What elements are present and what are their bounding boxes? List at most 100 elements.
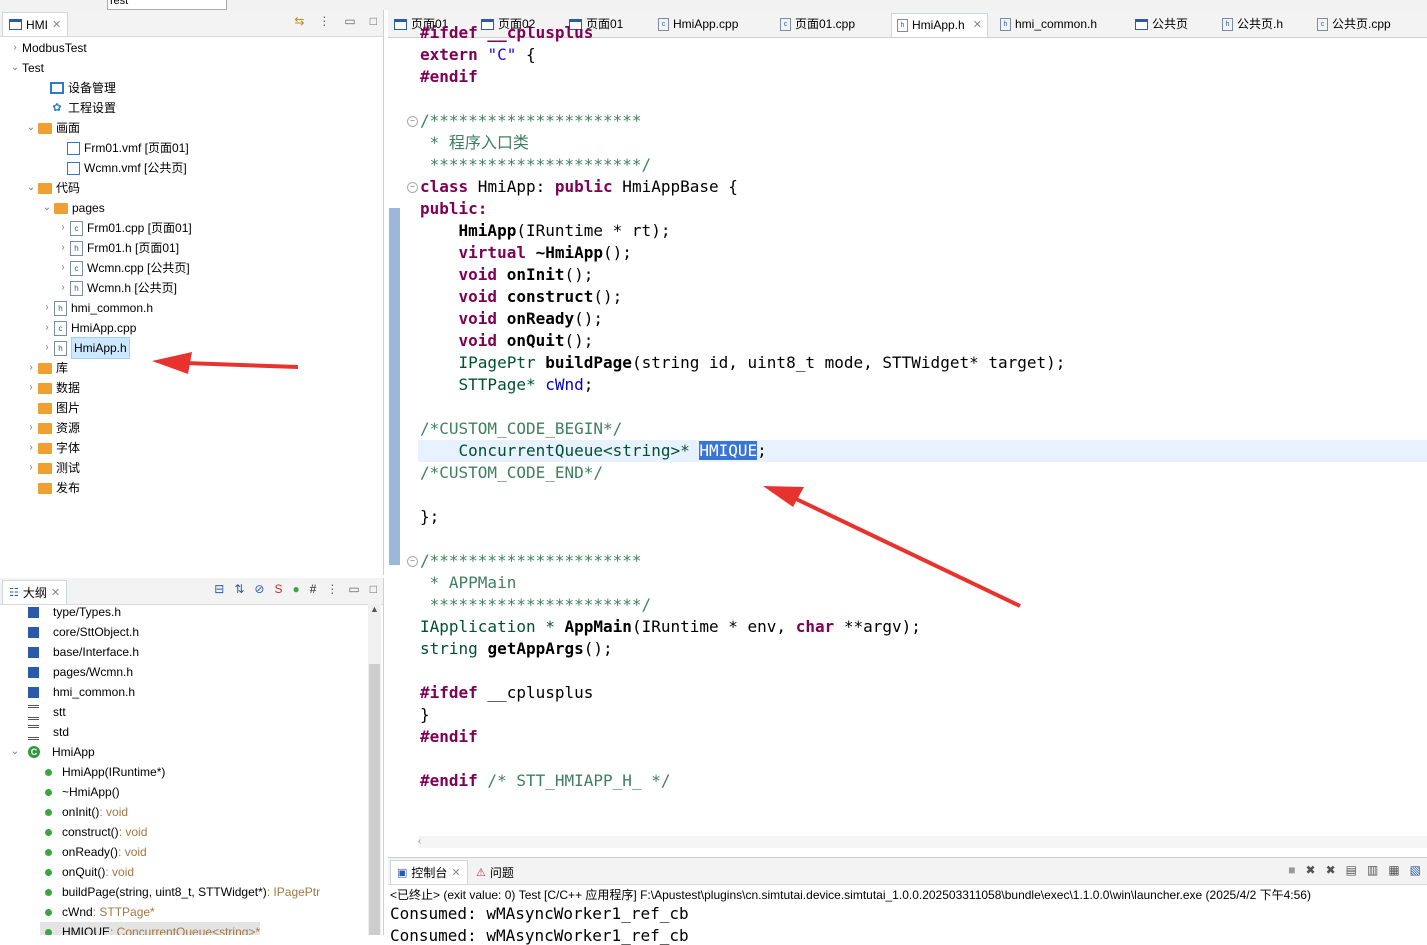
code-token: HmiAppBase { (612, 177, 738, 196)
tree-item[interactable]: 设备管理 (36, 78, 116, 98)
chevron-right-icon[interactable]: › (24, 378, 38, 398)
outline-item[interactable]: ~HmiApp() (45, 782, 120, 802)
tree-item[interactable]: ⌄ 代码 (24, 178, 80, 198)
hide-fields-icon[interactable]: ⊘ (254, 582, 264, 596)
terminate-icon[interactable]: ■ (1288, 863, 1295, 877)
chevron-right-icon[interactable]: › (40, 318, 54, 338)
tree-item[interactable]: › h hmi_common.h (40, 298, 153, 318)
chevron-down-icon[interactable]: ⌄ (8, 742, 22, 762)
remove-launch-icon[interactable]: ✖ (1306, 863, 1316, 877)
outline-item[interactable]: cWnd : STTPage* (45, 902, 155, 922)
tab-outline[interactable]: ☷ 大纲 ✕ (2, 580, 68, 604)
hide-nonpublic-icon[interactable]: ● (292, 582, 299, 596)
chevron-right-icon[interactable]: › (56, 258, 70, 278)
outline-item-type: : void (99, 805, 129, 819)
chevron-right-icon[interactable]: › (56, 238, 70, 258)
chevron-down-icon[interactable]: ⌄ (24, 118, 38, 138)
method-icon (45, 768, 52, 776)
view-menu-icon[interactable]: ⋮ (318, 14, 330, 28)
link-editor-icon[interactable]: ⇆ (294, 14, 304, 28)
outline-item[interactable]: buildPage(string, uint8_t, STTWidget*) :… (45, 882, 320, 902)
editor-hscrollbar[interactable]: ‹ (418, 836, 1427, 848)
scroll-thumb[interactable] (369, 664, 380, 935)
chevron-right-icon[interactable]: › (8, 38, 22, 58)
outline-item[interactable]: hmi_common.h (28, 682, 135, 702)
chevron-right-icon[interactable]: › (24, 418, 38, 438)
pin-console-icon[interactable]: ▧ (1410, 863, 1421, 877)
minimize-icon[interactable]: ▭ (344, 14, 355, 28)
maximize-icon[interactable]: □ (370, 14, 377, 28)
hide-static-icon[interactable]: S (274, 582, 282, 596)
chevron-down-icon[interactable]: ⌄ (24, 178, 38, 198)
chevron-down-icon[interactable]: ⌄ (8, 58, 22, 78)
tree-item[interactable]: › h Frm01.h [页面01] (56, 238, 179, 258)
view-menu-icon[interactable]: ⋮ (326, 582, 338, 596)
outline-item[interactable]: base/Interface.h (28, 642, 139, 662)
tree-item[interactable]: › h HmiApp.h (40, 337, 130, 359)
chevron-right-icon[interactable]: › (24, 458, 38, 478)
tree-item[interactable]: › ModbusTest (8, 38, 86, 58)
outline-item[interactable]: onReady() : void (45, 842, 147, 862)
close-icon[interactable]: ✕ (52, 18, 61, 31)
tree-item[interactable]: › 库 (24, 358, 68, 378)
tree-item[interactable]: › c HmiApp.cpp (40, 318, 136, 338)
outline-item[interactable]: core/SttObject.h (28, 622, 139, 642)
tree-item[interactable]: › 字体 (24, 438, 80, 458)
scroll-lock-icon[interactable]: ▥ (1367, 863, 1378, 877)
tree-item[interactable]: › 资源 (24, 418, 80, 438)
chevron-right-icon[interactable]: › (24, 358, 38, 378)
outline-scrollbar[interactable]: ▲ (368, 604, 381, 935)
hide-macros-icon[interactable]: # (310, 582, 317, 596)
page-file-icon (66, 141, 80, 155)
tree-item[interactable]: 发布 (24, 478, 80, 498)
remove-all-icon[interactable]: ✖ (1326, 863, 1336, 877)
tree-item[interactable]: › 数据 (24, 378, 80, 398)
chevron-right-icon[interactable]: › (40, 338, 54, 358)
chevron-down-icon[interactable]: ⌄ (40, 198, 54, 218)
tree-item[interactable]: Frm01.vmf [页面01] (52, 138, 189, 158)
tab-hmi[interactable]: HMI ✕ (2, 12, 69, 36)
code-token: (); (603, 243, 632, 262)
maximize-icon[interactable]: □ (370, 582, 377, 596)
outline-item[interactable]: HmiApp(IRuntime*) (45, 762, 165, 782)
close-icon[interactable]: ✕ (451, 866, 460, 879)
outline-item[interactable]: ⌄ C HmiApp (8, 742, 95, 762)
outline-item[interactable]: pages/Wcmn.h (28, 662, 133, 682)
sort-icon[interactable]: ⇅ (234, 582, 244, 596)
toolbar-search-input[interactable]: Test (107, 0, 227, 10)
outline-item[interactable]: type/Types.h (28, 602, 121, 622)
outline-item[interactable]: onQuit() : void (45, 862, 134, 882)
tree-item[interactable]: 图片 (24, 398, 80, 418)
outline-item[interactable]: onInit() : void (45, 802, 128, 822)
clear-console-icon[interactable]: ▤ (1346, 863, 1357, 877)
tree-item[interactable]: ✿ 工程设置 (36, 98, 116, 118)
scroll-up-icon[interactable]: ▲ (368, 604, 381, 618)
close-icon[interactable]: ✕ (51, 586, 60, 599)
console-output-line: Consumed: wMAsyncWorker1_ref_cb (390, 926, 689, 945)
chevron-right-icon[interactable]: › (56, 278, 70, 298)
tree-item[interactable]: › 测试 (24, 458, 80, 478)
tree-item[interactable]: ⌄ 画面 (24, 118, 80, 138)
outline-item[interactable]: std (28, 722, 69, 742)
project-explorer-panel: HMI ✕ ⇆ ⋮ ▭ □ › ModbusTest ⌄ Test 设备管理 ✿ 工程设置 ⌄… (0, 10, 384, 575)
tree-item[interactable]: ⌄ pages (40, 198, 105, 218)
tab-problems[interactable]: ⚠ 问题 (476, 864, 514, 881)
collapse-all-icon[interactable]: ⊟ (214, 582, 224, 596)
method-icon (45, 788, 52, 796)
chevron-right-icon[interactable]: › (40, 298, 54, 318)
tree-item[interactable]: Wcmn.vmf [公共页] (52, 158, 187, 178)
word-wrap-icon[interactable]: ▦ (1388, 863, 1399, 877)
outline-item[interactable]: HMIQUE : ConcurrentQueue<string>* (40, 922, 261, 935)
tab-console[interactable]: ▣ 控制台 ✕ (390, 860, 468, 884)
chevron-right-icon[interactable]: › (24, 438, 38, 458)
tree-item[interactable]: ⌄ Test (8, 58, 44, 78)
tree-item[interactable]: › c Frm01.cpp [页面01] (56, 218, 192, 238)
tree-item[interactable]: › h Wcmn.h [公共页] (56, 278, 177, 298)
code-text[interactable]: #ifdef __cplusplus extern "C" { #endif /… (388, 10, 1427, 845)
outline-item[interactable]: stt (28, 702, 66, 722)
tree-item[interactable]: › c Wcmn.cpp [公共页] (56, 258, 190, 278)
outline-item[interactable]: construct() : void (45, 822, 147, 842)
minimize-icon[interactable]: ▭ (348, 582, 359, 596)
selected-identifier[interactable]: HMIQUE (699, 441, 758, 460)
chevron-right-icon[interactable]: › (56, 218, 70, 238)
